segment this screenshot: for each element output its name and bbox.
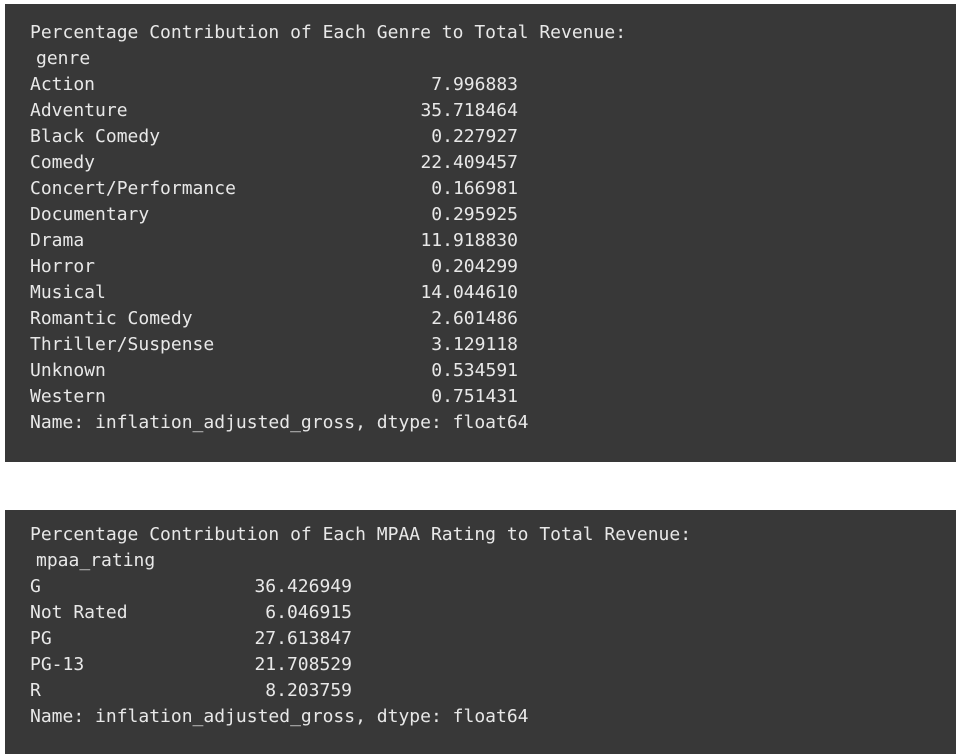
- genre-output-footer: Name: inflation_adjusted_gross, dtype: f…: [30, 412, 529, 433]
- table-row: Romantic Comedy 2.601486: [30, 306, 956, 332]
- rating-value: 8.203759: [265, 680, 352, 701]
- rating-output-panel: Percentage Contribution of Each MPAA Rat…: [5, 510, 956, 754]
- genre-value: 0.166981: [431, 178, 518, 199]
- table-row: Black Comedy 0.227927: [30, 124, 956, 150]
- rating-rows: G 36.426949 Not Rated 6.046915 PG 27.613847…: [30, 574, 956, 704]
- table-row: Concert/Performance 0.166981: [30, 176, 956, 202]
- genre-value: 3.129118: [431, 334, 518, 355]
- rating-output-footer: Name: inflation_adjusted_gross, dtype: f…: [30, 706, 529, 727]
- rating-index-name: mpaa_rating: [36, 550, 156, 571]
- genre-value: 22.409457: [420, 152, 518, 173]
- genre-output-panel: Percentage Contribution of Each Genre to…: [5, 4, 956, 462]
- table-row: Thriller/Suspense 3.129118: [30, 332, 956, 358]
- table-row: Action 7.996883: [30, 72, 956, 98]
- table-row: Documentary 0.295925: [30, 202, 956, 228]
- table-row: Musical 14.044610: [30, 280, 956, 306]
- table-row: Not Rated 6.046915: [30, 600, 956, 626]
- table-row: Comedy 22.409457: [30, 150, 956, 176]
- genre-value: 7.996883: [431, 74, 518, 95]
- genre-value: 0.295925: [431, 204, 518, 225]
- genre-output-heading: Percentage Contribution of Each Genre to…: [30, 22, 627, 43]
- genre-value: 0.204299: [431, 256, 518, 277]
- rating-value: 21.708529: [254, 654, 352, 675]
- rating-value: 6.046915: [265, 602, 352, 623]
- table-row: Unknown 0.534591: [30, 358, 956, 384]
- table-row: PG 27.613847: [30, 626, 956, 652]
- table-row: Drama 11.918830: [30, 228, 956, 254]
- rating-value: 36.426949: [254, 576, 352, 597]
- genre-value: 35.718464: [420, 100, 518, 121]
- genre-value: 11.918830: [420, 230, 518, 251]
- table-row: PG-13 21.708529: [30, 652, 956, 678]
- genre-rows: Action 7.996883 Adventure 35.718464 Black …: [30, 72, 956, 410]
- genre-value: 0.534591: [431, 360, 518, 381]
- genre-value: 0.751431: [431, 386, 518, 407]
- table-row: Adventure 35.718464: [30, 98, 956, 124]
- table-row: Western 0.751431: [30, 384, 956, 410]
- table-row: R 8.203759: [30, 678, 956, 704]
- rating-output-heading: Percentage Contribution of Each MPAA Rat…: [30, 524, 692, 545]
- genre-value: 2.601486: [431, 308, 518, 329]
- genre-index-name: genre: [36, 48, 91, 69]
- genre-value: 14.044610: [420, 282, 518, 303]
- table-row: Horror 0.204299: [30, 254, 956, 280]
- genre-value: 0.227927: [431, 126, 518, 147]
- table-row: G 36.426949: [30, 574, 956, 600]
- rating-value: 27.613847: [254, 628, 352, 649]
